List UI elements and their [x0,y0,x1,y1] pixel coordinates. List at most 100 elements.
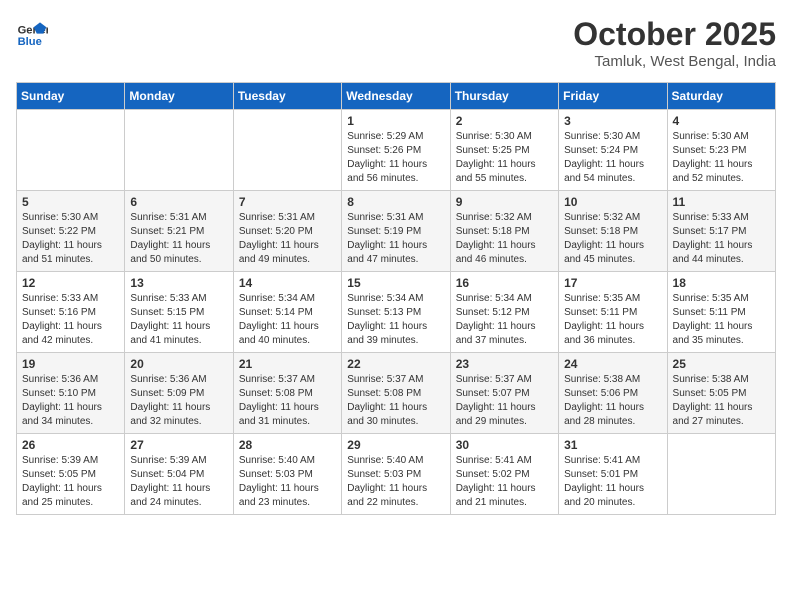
day-number: 9 [456,195,553,209]
title-block: October 2025 Tamluk, West Bengal, India [573,16,776,70]
day-number: 20 [130,357,227,371]
calendar-table: SundayMondayTuesdayWednesdayThursdayFrid… [16,82,776,515]
day-info: Sunrise: 5:40 AM Sunset: 5:03 PM Dayligh… [239,454,336,510]
day-cell: 28 Sunrise: 5:40 AM Sunset: 5:03 PM Dayli… [233,434,341,515]
day-cell: 18 Sunrise: 5:35 AM Sunset: 5:11 PM Dayli… [667,272,775,353]
day-number: 29 [347,438,444,452]
page-header: General Blue October 2025 Tamluk, West B… [16,16,776,70]
day-cell: 23 Sunrise: 5:37 AM Sunset: 5:07 PM Dayli… [450,353,558,434]
day-number: 24 [564,357,661,371]
day-number: 6 [130,195,227,209]
logo-icon: General Blue [16,16,48,48]
day-info: Sunrise: 5:39 AM Sunset: 5:04 PM Dayligh… [130,454,227,510]
day-cell: 16 Sunrise: 5:34 AM Sunset: 5:12 PM Dayli… [450,272,558,353]
day-number: 19 [22,357,119,371]
weekday-header-monday: Monday [125,83,233,110]
day-cell: 20Sunrise: 5:36 AM Sunset: 5:09 PM Dayli… [125,353,233,434]
location: Tamluk, West Bengal, India [573,53,776,70]
weekday-header-row: SundayMondayTuesdayWednesdayThursdayFrid… [17,83,776,110]
day-info: Sunrise: 5:40 AM Sunset: 5:03 PM Dayligh… [347,454,444,510]
weekday-header-tuesday: Tuesday [233,83,341,110]
day-info: Sunrise: 5:30 AM Sunset: 5:23 PM Dayligh… [673,130,770,186]
day-number: 1 [347,114,444,128]
day-cell [667,434,775,515]
day-number: 28 [239,438,336,452]
day-info: Sunrise: 5:33 AM Sunset: 5:16 PM Dayligh… [22,292,119,348]
day-number: 22 [347,357,444,371]
day-info: Sunrise: 5:39 AM Sunset: 5:05 PM Dayligh… [22,454,119,510]
week-row-4: 19 Sunrise: 5:36 AM Sunset: 5:10 PM Dayli… [17,353,776,434]
day-cell: 25 Sunrise: 5:38 AM Sunset: 5:05 PM Dayli… [667,353,775,434]
day-cell: 13Sunrise: 5:33 AM Sunset: 5:15 PM Dayli… [125,272,233,353]
week-row-3: 12 Sunrise: 5:33 AM Sunset: 5:16 PM Dayli… [17,272,776,353]
day-cell: 3 Sunrise: 5:30 AM Sunset: 5:24 PM Daylig… [559,110,667,191]
day-info: Sunrise: 5:32 AM Sunset: 5:18 PM Dayligh… [564,211,661,267]
day-number: 27 [130,438,227,452]
weekday-header-friday: Friday [559,83,667,110]
logo: General Blue [16,16,52,48]
day-info: Sunrise: 5:30 AM Sunset: 5:25 PM Dayligh… [456,130,553,186]
day-number: 15 [347,276,444,290]
day-cell: 1 Sunrise: 5:29 AM Sunset: 5:26 PM Daylig… [342,110,450,191]
day-number: 5 [22,195,119,209]
day-number: 2 [456,114,553,128]
day-info: Sunrise: 5:35 AM Sunset: 5:11 PM Dayligh… [673,292,770,348]
day-number: 11 [673,195,770,209]
day-number: 26 [22,438,119,452]
day-number: 16 [456,276,553,290]
day-info: Sunrise: 5:34 AM Sunset: 5:14 PM Dayligh… [239,292,336,348]
day-info: Sunrise: 5:38 AM Sunset: 5:06 PM Dayligh… [564,373,661,429]
day-cell: 2 Sunrise: 5:30 AM Sunset: 5:25 PM Daylig… [450,110,558,191]
day-info: Sunrise: 5:36 AM Sunset: 5:10 PM Dayligh… [22,373,119,429]
calendar-body: 1 Sunrise: 5:29 AM Sunset: 5:26 PM Daylig… [17,110,776,515]
day-cell: 4 Sunrise: 5:30 AM Sunset: 5:23 PM Daylig… [667,110,775,191]
day-info: Sunrise: 5:31 AM Sunset: 5:19 PM Dayligh… [347,211,444,267]
day-number: 18 [673,276,770,290]
day-cell: 27 Sunrise: 5:39 AM Sunset: 5:04 PM Dayli… [125,434,233,515]
day-cell: 5 Sunrise: 5:30 AM Sunset: 5:22 PM Daylig… [17,191,125,272]
day-number: 3 [564,114,661,128]
svg-text:Blue: Blue [18,36,42,48]
day-number: 23 [456,357,553,371]
day-cell [233,110,341,191]
weekday-header-saturday: Saturday [667,83,775,110]
day-info: Sunrise: 5:34 AM Sunset: 5:12 PM Dayligh… [456,292,553,348]
day-info: Sunrise: 5:29 AM Sunset: 5:26 PM Dayligh… [347,130,444,186]
day-number: 25 [673,357,770,371]
week-row-5: 26 Sunrise: 5:39 AM Sunset: 5:05 PM Dayli… [17,434,776,515]
day-info: Sunrise: 5:31 AM Sunset: 5:21 PM Dayligh… [130,211,227,267]
day-info: Sunrise: 5:35 AM Sunset: 5:11 PM Dayligh… [564,292,661,348]
day-number: 4 [673,114,770,128]
day-info: Sunrise: 5:41 AM Sunset: 5:01 PM Dayligh… [564,454,661,510]
weekday-header-thursday: Thursday [450,83,558,110]
day-info: Sunrise: 5:30 AM Sunset: 5:24 PM Dayligh… [564,130,661,186]
day-cell: 11 Sunrise: 5:33 AM Sunset: 5:17 PM Dayli… [667,191,775,272]
weekday-header-wednesday: Wednesday [342,83,450,110]
week-row-2: 5 Sunrise: 5:30 AM Sunset: 5:22 PM Daylig… [17,191,776,272]
day-info: Sunrise: 5:37 AM Sunset: 5:08 PM Dayligh… [239,373,336,429]
weekday-header-sunday: Sunday [17,83,125,110]
day-cell: 10Sunrise: 5:32 AM Sunset: 5:18 PM Dayli… [559,191,667,272]
day-number: 13 [130,276,227,290]
day-number: 21 [239,357,336,371]
day-info: Sunrise: 5:37 AM Sunset: 5:07 PM Dayligh… [456,373,553,429]
day-info: Sunrise: 5:34 AM Sunset: 5:13 PM Dayligh… [347,292,444,348]
day-info: Sunrise: 5:33 AM Sunset: 5:17 PM Dayligh… [673,211,770,267]
day-cell: 29 Sunrise: 5:40 AM Sunset: 5:03 PM Dayli… [342,434,450,515]
day-cell: 9Sunrise: 5:32 AM Sunset: 5:18 PM Daylig… [450,191,558,272]
day-info: Sunrise: 5:37 AM Sunset: 5:08 PM Dayligh… [347,373,444,429]
day-cell: 19 Sunrise: 5:36 AM Sunset: 5:10 PM Dayli… [17,353,125,434]
day-cell [125,110,233,191]
day-info: Sunrise: 5:30 AM Sunset: 5:22 PM Dayligh… [22,211,119,267]
day-info: Sunrise: 5:41 AM Sunset: 5:02 PM Dayligh… [456,454,553,510]
day-cell: 31Sunrise: 5:41 AM Sunset: 5:01 PM Dayli… [559,434,667,515]
day-number: 8 [347,195,444,209]
day-cell: 6 Sunrise: 5:31 AM Sunset: 5:21 PM Daylig… [125,191,233,272]
month-title: October 2025 [573,16,776,53]
day-cell: 30Sunrise: 5:41 AM Sunset: 5:02 PM Dayli… [450,434,558,515]
day-number: 12 [22,276,119,290]
day-cell: 26 Sunrise: 5:39 AM Sunset: 5:05 PM Dayli… [17,434,125,515]
day-cell: 15 Sunrise: 5:34 AM Sunset: 5:13 PM Dayli… [342,272,450,353]
day-info: Sunrise: 5:38 AM Sunset: 5:05 PM Dayligh… [673,373,770,429]
day-cell: 22 Sunrise: 5:37 AM Sunset: 5:08 PM Dayli… [342,353,450,434]
